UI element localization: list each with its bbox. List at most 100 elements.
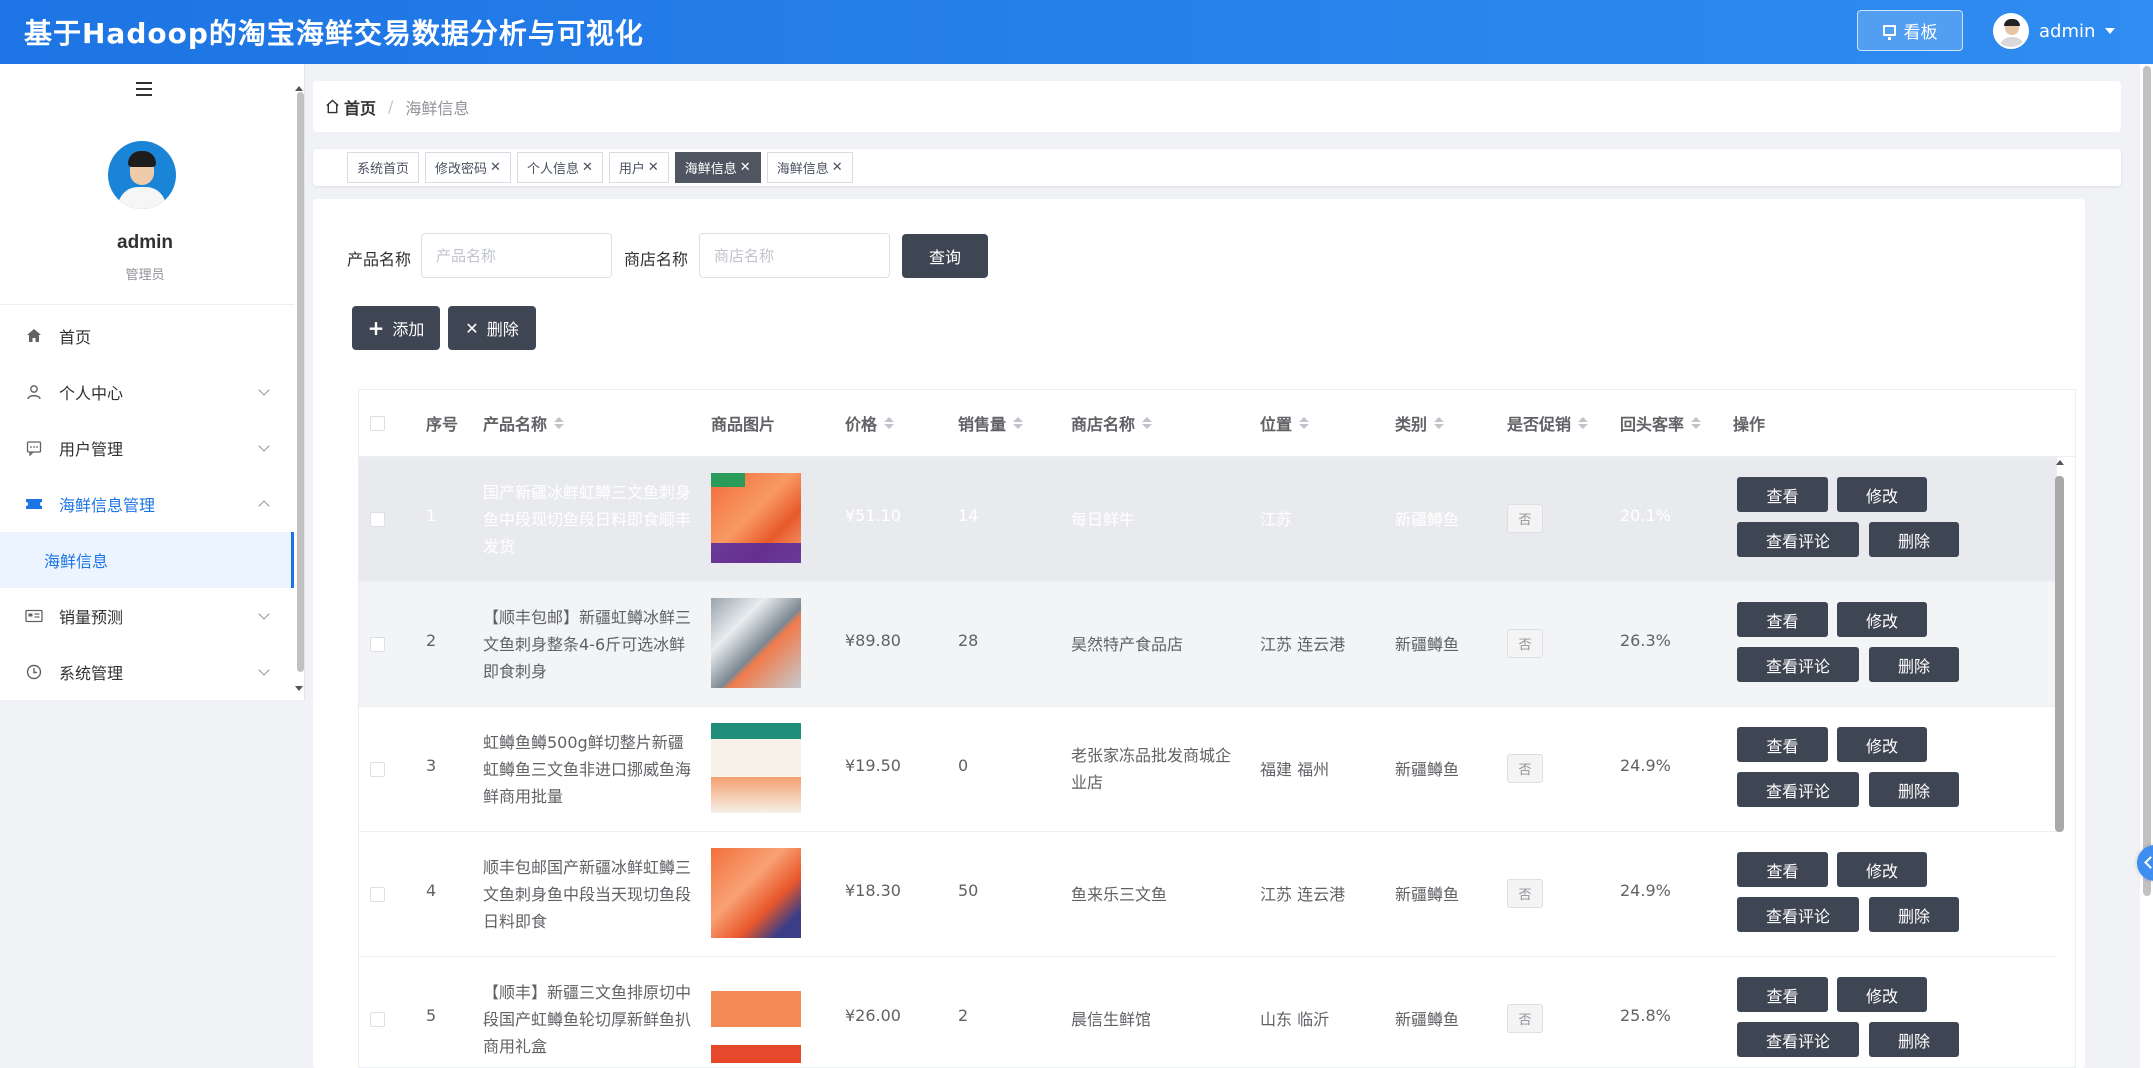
table-row[interactable]: 2 【顺丰包邮】新疆虹鳟冰鲜三文鱼刺身整条4-6斤可选冰鲜即食刺身 ¥89.80…	[359, 582, 2057, 707]
row-checkbox[interactable]	[370, 512, 385, 527]
cell-name: 国产新疆冰鲜虹鳟三文鱼刺身鱼中段现切鱼段日料即食顺丰发货	[483, 483, 692, 556]
table-row[interactable]: 1 国产新疆冰鲜虹鳟三文鱼刺身鱼中段现切鱼段日料即食顺丰发货 ¥51.10 14…	[359, 457, 2057, 582]
shop-name-input[interactable]	[699, 233, 890, 278]
kanban-button[interactable]: 看板	[1857, 10, 1963, 51]
view-button[interactable]: 查看	[1737, 977, 1828, 1012]
scroll-up-icon[interactable]	[295, 86, 303, 91]
cell-index: 3	[426, 756, 437, 775]
sort-icon[interactable]	[884, 417, 895, 429]
cell-shop: 昊然特产食品店	[1071, 635, 1184, 654]
row-checkbox[interactable]	[370, 762, 385, 777]
add-button[interactable]: + 添加	[352, 306, 440, 350]
breadcrumb-home-label: 首页	[344, 98, 377, 118]
header-name[interactable]: 产品名称	[483, 411, 565, 435]
header-user-name: admin	[2039, 20, 2096, 42]
clock-icon	[25, 663, 43, 681]
edit-button[interactable]: 修改	[1837, 727, 1927, 762]
header-category[interactable]: 类别	[1395, 411, 1445, 435]
view-comments-button[interactable]: 查看评论	[1737, 522, 1859, 557]
header-shop[interactable]: 商店名称	[1071, 411, 1153, 435]
close-icon[interactable]: ✕	[490, 160, 501, 175]
row-delete-button[interactable]: 删除	[1869, 1022, 1959, 1057]
sidebar-item-system-management[interactable]: 系统管理	[0, 644, 294, 700]
sidebar-item-seafood-management[interactable]: 海鲜信息管理	[0, 476, 294, 532]
row-checkbox[interactable]	[370, 1012, 385, 1027]
sort-icon[interactable]	[1434, 417, 1445, 429]
sort-icon[interactable]	[1578, 417, 1589, 429]
edit-button[interactable]: 修改	[1837, 852, 1927, 887]
header-image: 商品图片	[711, 415, 776, 434]
cell-price: ¥51.10	[845, 506, 901, 525]
edit-button[interactable]: 修改	[1837, 977, 1927, 1012]
sidebar-item-personal-center[interactable]: 个人中心	[0, 364, 294, 420]
sidebar-item-sales-forecast[interactable]: 销量预测	[0, 588, 294, 644]
header-promo[interactable]: 是否促销	[1507, 411, 1589, 435]
tag-user[interactable]: 用户 ✕	[608, 152, 669, 183]
select-all-checkbox[interactable]	[370, 415, 385, 431]
sidebar-item-home[interactable]: 首页	[0, 308, 294, 364]
view-button[interactable]: 查看	[1737, 477, 1828, 512]
table-scrollbar[interactable]	[2055, 476, 2064, 832]
header-repeat[interactable]: 回头客率	[1620, 411, 1702, 435]
cell-price: ¥18.30	[845, 881, 901, 900]
close-icon[interactable]: ✕	[648, 160, 659, 175]
row-checkbox[interactable]	[370, 887, 385, 902]
row-delete-button[interactable]: 删除	[1869, 772, 1959, 807]
row-delete-button[interactable]: 删除	[1869, 522, 1959, 557]
tag-seafood-info-active[interactable]: 海鲜信息 ✕	[674, 152, 761, 183]
cell-price: ¥26.00	[845, 1006, 901, 1025]
close-icon[interactable]: ✕	[582, 160, 593, 175]
sidebar-item-label: 首页	[59, 328, 92, 347]
cell-name: 【顺丰】新疆三文鱼排原切中段国产虹鳟鱼轮切厚新鲜鱼扒商用礼盒	[483, 983, 692, 1056]
header-location[interactable]: 位置	[1260, 411, 1310, 435]
sidebar-scrollbar[interactable]	[297, 92, 304, 672]
table-row[interactable]: 3 虹鳟鱼鳟500g鲜切整片新疆虹鳟鱼三文鱼非进口挪威鱼海鲜商用批量 ¥19.5…	[359, 707, 2057, 832]
tag-seafood-info[interactable]: 海鲜信息 ✕	[766, 152, 853, 183]
breadcrumb-home[interactable]: 首页	[325, 95, 376, 119]
view-button[interactable]: 查看	[1737, 852, 1828, 887]
sidebar-item-user-management[interactable]: 用户管理	[0, 420, 294, 476]
row-delete-button[interactable]: 删除	[1869, 897, 1959, 932]
status-badge: 否	[1507, 629, 1543, 658]
sort-icon[interactable]	[1299, 417, 1310, 429]
edit-button[interactable]: 修改	[1837, 477, 1927, 512]
cell-name: 虹鳟鱼鳟500g鲜切整片新疆虹鳟鱼三文鱼非进口挪威鱼海鲜商用批量	[483, 733, 692, 806]
close-icon[interactable]: ✕	[740, 160, 751, 175]
breadcrumb-current: 海鲜信息	[405, 98, 470, 118]
delete-button[interactable]: ✕ 删除	[448, 306, 536, 350]
sort-icon[interactable]	[1142, 417, 1153, 429]
cell-sales: 50	[958, 881, 979, 900]
table-row[interactable]: 5 【顺丰】新疆三文鱼排原切中段国产虹鳟鱼轮切厚新鲜鱼扒商用礼盒 ¥26.00 …	[359, 957, 2057, 1067]
sidebar-subitem-seafood-info[interactable]: 海鲜信息	[0, 532, 294, 588]
page-scrollbar[interactable]	[2143, 66, 2151, 896]
view-comments-button[interactable]: 查看评论	[1737, 1022, 1859, 1057]
scroll-down-icon[interactable]	[295, 686, 303, 691]
sort-icon[interactable]	[1013, 417, 1024, 429]
close-icon[interactable]: ✕	[832, 160, 843, 175]
tag-personal-info[interactable]: 个人信息 ✕	[516, 152, 603, 183]
row-delete-button[interactable]: 删除	[1869, 647, 1959, 682]
view-comments-button[interactable]: 查看评论	[1737, 772, 1859, 807]
view-comments-button[interactable]: 查看评论	[1737, 897, 1859, 932]
status-badge: 否	[1507, 879, 1543, 908]
view-button[interactable]: 查看	[1737, 602, 1828, 637]
header-sales[interactable]: 销售量	[958, 411, 1024, 435]
tag-system-home[interactable]: 系统首页	[347, 152, 420, 183]
edit-button[interactable]: 修改	[1837, 602, 1927, 637]
cell-category: 新疆鳟鱼	[1395, 510, 1460, 529]
user-menu[interactable]: admin	[1993, 12, 2116, 50]
cell-category: 新疆鳟鱼	[1395, 1010, 1460, 1029]
sort-icon[interactable]	[554, 417, 565, 429]
product-name-input[interactable]	[421, 233, 612, 278]
tag-change-password[interactable]: 修改密码 ✕	[425, 152, 511, 183]
hamburger-icon[interactable]	[136, 82, 152, 96]
query-button[interactable]: 查询	[902, 234, 988, 278]
row-checkbox[interactable]	[370, 637, 385, 652]
header-price[interactable]: 价格	[845, 411, 895, 435]
view-comments-button[interactable]: 查看评论	[1737, 647, 1859, 682]
table-scroll-up-icon[interactable]	[2056, 460, 2064, 465]
view-button[interactable]: 查看	[1737, 727, 1828, 762]
table-row[interactable]: 4 顺丰包邮国产新疆冰鲜虹鳟三文鱼刺身鱼中段当天现切鱼段日料即食 ¥18.30 …	[359, 832, 2057, 957]
delete-label: 删除	[486, 320, 519, 339]
sort-icon[interactable]	[1691, 417, 1702, 429]
